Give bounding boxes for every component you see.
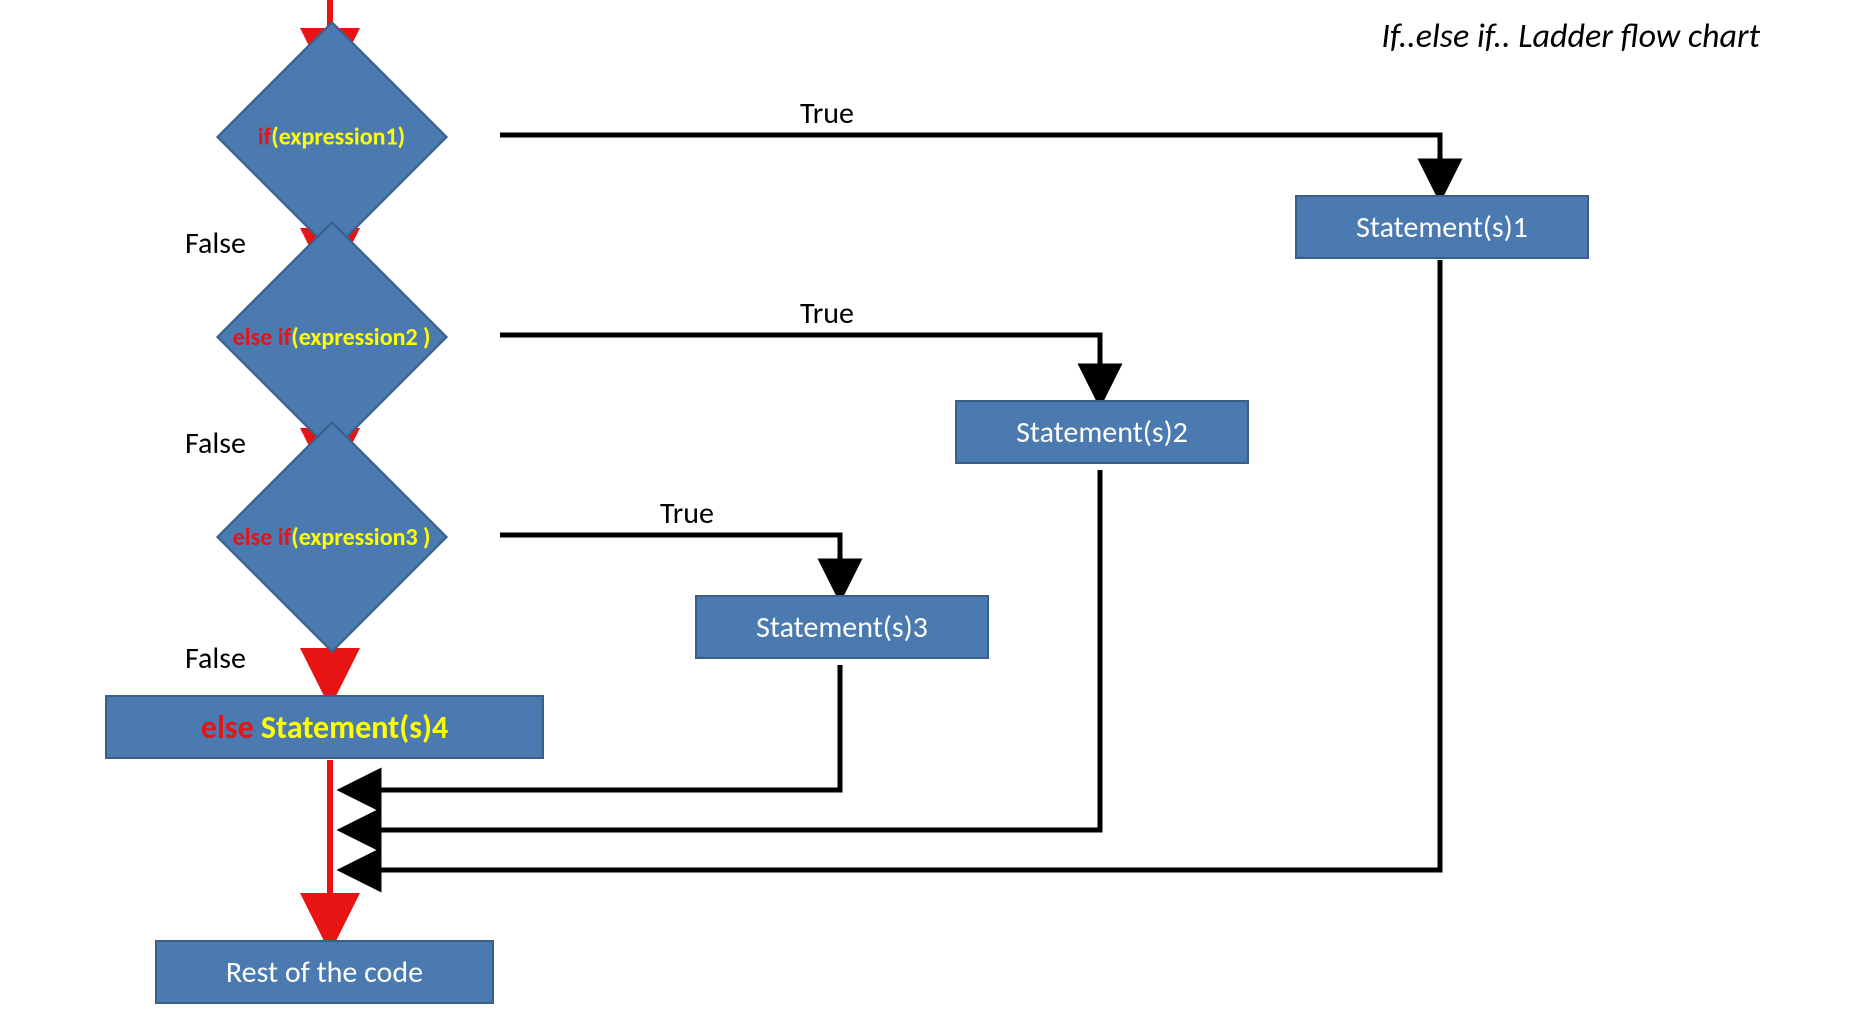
kw-elseif-1: else if	[233, 323, 292, 352]
arrow-s1-merge	[350, 260, 1440, 870]
label-false-3: False	[185, 640, 246, 677]
expr-1: (expression1)	[272, 123, 406, 152]
label-false-2: False	[185, 425, 246, 462]
stmt-4: Statement(s)4	[254, 708, 448, 747]
decision-if: if(expression1)	[216, 21, 448, 253]
statement-2: Statement(s)2	[955, 400, 1249, 464]
arrow-d1-true	[500, 135, 1440, 190]
decision-elseif-2: else if(expression3 )	[216, 421, 448, 653]
kw-elseif-2: else if	[233, 523, 292, 552]
label-false-1: False	[185, 225, 246, 262]
statement-1: Statement(s)1	[1295, 195, 1589, 259]
rest-of-code: Rest of the code	[155, 940, 494, 1004]
label-true-1: True	[800, 95, 854, 132]
kw-if: if	[258, 123, 272, 152]
statement-3: Statement(s)3	[695, 595, 989, 659]
else-statement: else Statement(s)4	[105, 695, 544, 759]
arrow-d3-true	[500, 535, 840, 590]
label-true-2: True	[800, 295, 854, 332]
chart-title: If..else if.. Ladder flow chart	[1381, 16, 1760, 57]
label-true-3: True	[660, 495, 714, 532]
arrow-d2-true	[500, 335, 1100, 395]
expr-2: (expression2 )	[292, 323, 431, 352]
flowchart-canvas: If..else if.. Ladder flow chart	[0, 0, 1850, 1024]
expr-3: (expression3 )	[292, 523, 431, 552]
kw-else: else	[201, 708, 254, 747]
decision-elseif-1: else if(expression2 )	[216, 221, 448, 453]
